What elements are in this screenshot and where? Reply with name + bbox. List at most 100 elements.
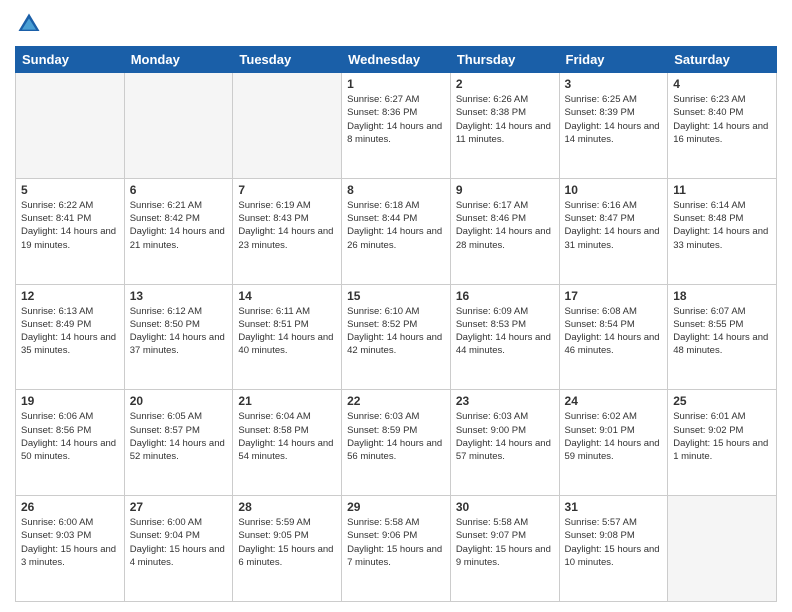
- day-number: 5: [21, 183, 119, 197]
- day-info: Sunrise: 5:58 AMSunset: 9:07 PMDaylight:…: [456, 516, 554, 569]
- week-row-1: 5 Sunrise: 6:22 AMSunset: 8:41 PMDayligh…: [16, 178, 777, 284]
- header: [15, 10, 777, 38]
- day-info: Sunrise: 6:25 AMSunset: 8:39 PMDaylight:…: [565, 93, 663, 146]
- day-info: Sunrise: 6:14 AMSunset: 8:48 PMDaylight:…: [673, 199, 771, 252]
- day-cell: 28 Sunrise: 5:59 AMSunset: 9:05 PMDaylig…: [233, 496, 342, 602]
- day-info: Sunrise: 5:57 AMSunset: 9:08 PMDaylight:…: [565, 516, 663, 569]
- day-number: 22: [347, 394, 445, 408]
- day-number: 27: [130, 500, 228, 514]
- day-info: Sunrise: 6:18 AMSunset: 8:44 PMDaylight:…: [347, 199, 445, 252]
- day-cell: 22 Sunrise: 6:03 AMSunset: 8:59 PMDaylig…: [342, 390, 451, 496]
- day-cell: 10 Sunrise: 6:16 AMSunset: 8:47 PMDaylig…: [559, 178, 668, 284]
- day-info: Sunrise: 6:12 AMSunset: 8:50 PMDaylight:…: [130, 305, 228, 358]
- day-cell: 18 Sunrise: 6:07 AMSunset: 8:55 PMDaylig…: [668, 284, 777, 390]
- day-info: Sunrise: 6:03 AMSunset: 8:59 PMDaylight:…: [347, 410, 445, 463]
- day-number: 24: [565, 394, 663, 408]
- day-number: 19: [21, 394, 119, 408]
- day-cell: 30 Sunrise: 5:58 AMSunset: 9:07 PMDaylig…: [450, 496, 559, 602]
- day-info: Sunrise: 6:16 AMSunset: 8:47 PMDaylight:…: [565, 199, 663, 252]
- day-info: Sunrise: 6:01 AMSunset: 9:02 PMDaylight:…: [673, 410, 771, 463]
- day-cell: [124, 73, 233, 179]
- day-cell: 19 Sunrise: 6:06 AMSunset: 8:56 PMDaylig…: [16, 390, 125, 496]
- day-info: Sunrise: 5:59 AMSunset: 9:05 PMDaylight:…: [238, 516, 336, 569]
- day-number: 14: [238, 289, 336, 303]
- day-number: 3: [565, 77, 663, 91]
- day-info: Sunrise: 6:23 AMSunset: 8:40 PMDaylight:…: [673, 93, 771, 146]
- day-info: Sunrise: 6:07 AMSunset: 8:55 PMDaylight:…: [673, 305, 771, 358]
- day-number: 23: [456, 394, 554, 408]
- day-cell: [233, 73, 342, 179]
- day-number: 31: [565, 500, 663, 514]
- day-info: Sunrise: 6:00 AMSunset: 9:03 PMDaylight:…: [21, 516, 119, 569]
- day-number: 11: [673, 183, 771, 197]
- day-cell: 26 Sunrise: 6:00 AMSunset: 9:03 PMDaylig…: [16, 496, 125, 602]
- day-cell: 14 Sunrise: 6:11 AMSunset: 8:51 PMDaylig…: [233, 284, 342, 390]
- day-cell: 13 Sunrise: 6:12 AMSunset: 8:50 PMDaylig…: [124, 284, 233, 390]
- day-info: Sunrise: 6:11 AMSunset: 8:51 PMDaylight:…: [238, 305, 336, 358]
- day-number: 12: [21, 289, 119, 303]
- day-cell: 12 Sunrise: 6:13 AMSunset: 8:49 PMDaylig…: [16, 284, 125, 390]
- day-info: Sunrise: 6:06 AMSunset: 8:56 PMDaylight:…: [21, 410, 119, 463]
- week-row-2: 12 Sunrise: 6:13 AMSunset: 8:49 PMDaylig…: [16, 284, 777, 390]
- day-cell: 1 Sunrise: 6:27 AMSunset: 8:36 PMDayligh…: [342, 73, 451, 179]
- day-info: Sunrise: 6:22 AMSunset: 8:41 PMDaylight:…: [21, 199, 119, 252]
- day-info: Sunrise: 6:04 AMSunset: 8:58 PMDaylight:…: [238, 410, 336, 463]
- header-day-monday: Monday: [124, 47, 233, 73]
- day-number: 1: [347, 77, 445, 91]
- day-cell: 7 Sunrise: 6:19 AMSunset: 8:43 PMDayligh…: [233, 178, 342, 284]
- day-cell: 3 Sunrise: 6:25 AMSunset: 8:39 PMDayligh…: [559, 73, 668, 179]
- header-day-friday: Friday: [559, 47, 668, 73]
- day-info: Sunrise: 6:05 AMSunset: 8:57 PMDaylight:…: [130, 410, 228, 463]
- day-cell: 29 Sunrise: 5:58 AMSunset: 9:06 PMDaylig…: [342, 496, 451, 602]
- day-number: 17: [565, 289, 663, 303]
- day-cell: 17 Sunrise: 6:08 AMSunset: 8:54 PMDaylig…: [559, 284, 668, 390]
- day-info: Sunrise: 6:13 AMSunset: 8:49 PMDaylight:…: [21, 305, 119, 358]
- day-cell: [668, 496, 777, 602]
- day-number: 21: [238, 394, 336, 408]
- day-cell: 2 Sunrise: 6:26 AMSunset: 8:38 PMDayligh…: [450, 73, 559, 179]
- day-number: 6: [130, 183, 228, 197]
- day-number: 2: [456, 77, 554, 91]
- day-number: 13: [130, 289, 228, 303]
- day-info: Sunrise: 6:09 AMSunset: 8:53 PMDaylight:…: [456, 305, 554, 358]
- day-cell: 11 Sunrise: 6:14 AMSunset: 8:48 PMDaylig…: [668, 178, 777, 284]
- day-cell: 16 Sunrise: 6:09 AMSunset: 8:53 PMDaylig…: [450, 284, 559, 390]
- day-info: Sunrise: 6:02 AMSunset: 9:01 PMDaylight:…: [565, 410, 663, 463]
- day-number: 25: [673, 394, 771, 408]
- day-info: Sunrise: 6:17 AMSunset: 8:46 PMDaylight:…: [456, 199, 554, 252]
- day-number: 8: [347, 183, 445, 197]
- day-number: 28: [238, 500, 336, 514]
- day-number: 10: [565, 183, 663, 197]
- day-info: Sunrise: 6:10 AMSunset: 8:52 PMDaylight:…: [347, 305, 445, 358]
- day-cell: 31 Sunrise: 5:57 AMSunset: 9:08 PMDaylig…: [559, 496, 668, 602]
- day-cell: 5 Sunrise: 6:22 AMSunset: 8:41 PMDayligh…: [16, 178, 125, 284]
- week-row-3: 19 Sunrise: 6:06 AMSunset: 8:56 PMDaylig…: [16, 390, 777, 496]
- day-number: 7: [238, 183, 336, 197]
- day-number: 26: [21, 500, 119, 514]
- calendar: SundayMondayTuesdayWednesdayThursdayFrid…: [15, 46, 777, 602]
- day-number: 9: [456, 183, 554, 197]
- day-info: Sunrise: 6:21 AMSunset: 8:42 PMDaylight:…: [130, 199, 228, 252]
- day-number: 16: [456, 289, 554, 303]
- day-info: Sunrise: 6:26 AMSunset: 8:38 PMDaylight:…: [456, 93, 554, 146]
- day-number: 29: [347, 500, 445, 514]
- week-row-4: 26 Sunrise: 6:00 AMSunset: 9:03 PMDaylig…: [16, 496, 777, 602]
- day-cell: 9 Sunrise: 6:17 AMSunset: 8:46 PMDayligh…: [450, 178, 559, 284]
- header-day-tuesday: Tuesday: [233, 47, 342, 73]
- day-number: 20: [130, 394, 228, 408]
- day-info: Sunrise: 6:08 AMSunset: 8:54 PMDaylight:…: [565, 305, 663, 358]
- day-cell: 24 Sunrise: 6:02 AMSunset: 9:01 PMDaylig…: [559, 390, 668, 496]
- day-cell: 23 Sunrise: 6:03 AMSunset: 9:00 PMDaylig…: [450, 390, 559, 496]
- day-info: Sunrise: 6:03 AMSunset: 9:00 PMDaylight:…: [456, 410, 554, 463]
- week-row-0: 1 Sunrise: 6:27 AMSunset: 8:36 PMDayligh…: [16, 73, 777, 179]
- day-number: 30: [456, 500, 554, 514]
- day-info: Sunrise: 5:58 AMSunset: 9:06 PMDaylight:…: [347, 516, 445, 569]
- day-cell: 4 Sunrise: 6:23 AMSunset: 8:40 PMDayligh…: [668, 73, 777, 179]
- logo-icon: [15, 10, 43, 38]
- day-cell: 25 Sunrise: 6:01 AMSunset: 9:02 PMDaylig…: [668, 390, 777, 496]
- day-info: Sunrise: 6:27 AMSunset: 8:36 PMDaylight:…: [347, 93, 445, 146]
- page: SundayMondayTuesdayWednesdayThursdayFrid…: [0, 0, 792, 612]
- logo: [15, 10, 47, 38]
- day-number: 18: [673, 289, 771, 303]
- day-number: 4: [673, 77, 771, 91]
